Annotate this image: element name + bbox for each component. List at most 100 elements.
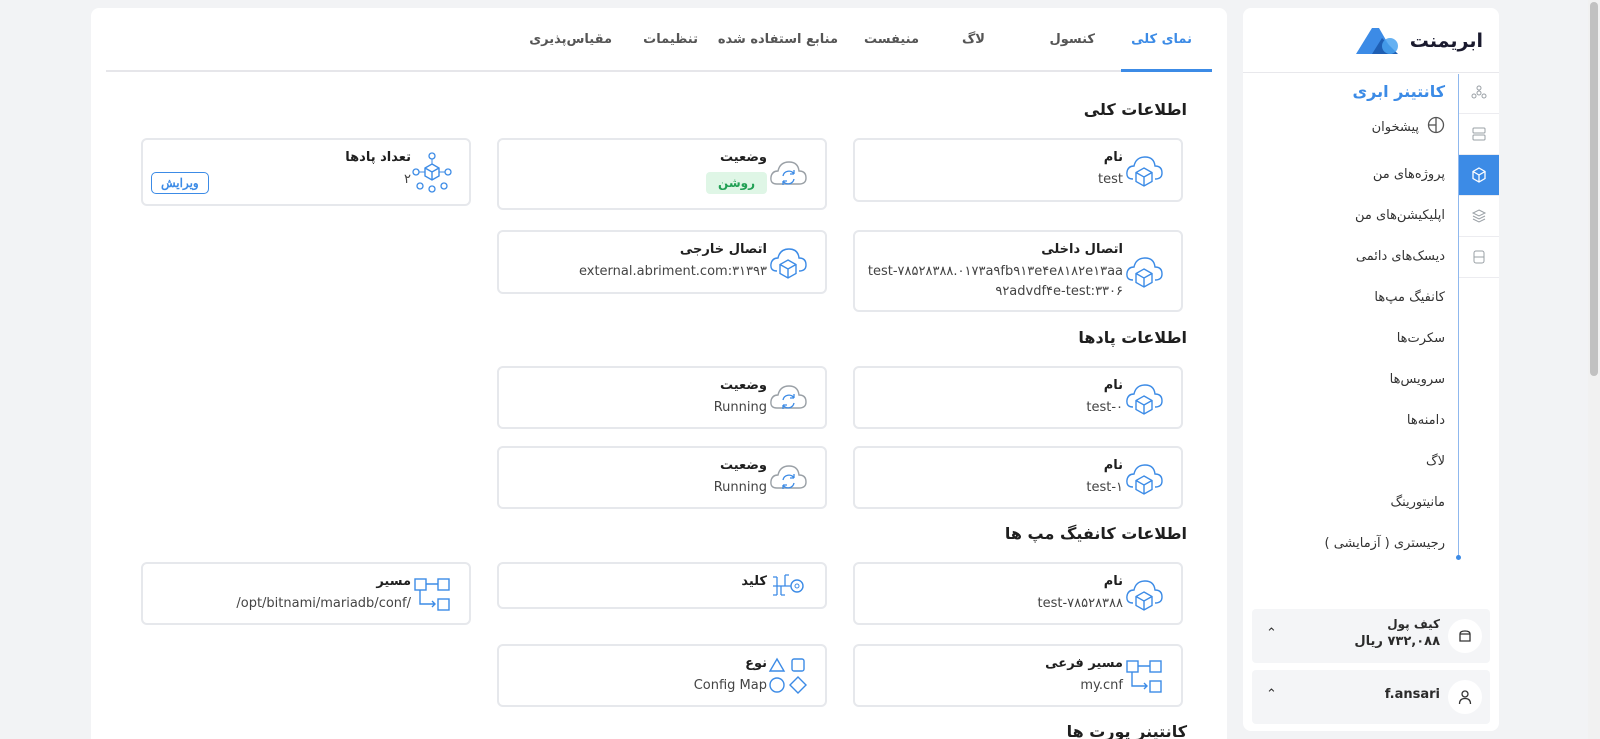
user-panel[interactable]: f.ansari ⌃ — [1252, 670, 1490, 724]
pod-status-label: وضعیت — [719, 378, 767, 393]
wallet-label: کیف پول — [1387, 617, 1440, 631]
sidebar-section-title[interactable]: کانتینر ابری — [1352, 82, 1445, 101]
cloud-cube-icon — [1126, 156, 1163, 187]
sidebar-item-log[interactable]: لاگ — [1245, 441, 1445, 482]
cloud-sync-icon — [770, 161, 807, 185]
tab-manifest[interactable]: منیفست — [864, 32, 919, 65]
card-internal-label: اتصال داخلی — [1041, 242, 1123, 257]
pod-name-label: نام — [1103, 458, 1123, 473]
card-status-label: وضعیت — [719, 150, 767, 165]
tab-bar: نمای کلی کنسول لاگ منیفست منابع استفاده … — [106, 8, 1212, 72]
card-pods-count-label: تعداد پادها — [345, 150, 411, 165]
tab-log[interactable]: لاگ — [962, 32, 985, 65]
cloud-cube-icon — [1126, 383, 1163, 415]
sidebar-item-domains[interactable]: دامنه‌ها — [1245, 400, 1445, 441]
configmap-name-label: نام — [1103, 574, 1123, 589]
sidebar-item-services[interactable]: سرویس‌ها — [1245, 359, 1445, 400]
tab-resources[interactable]: منابع استفاده شده — [718, 32, 838, 65]
pod-name-value: test-۱ — [1086, 480, 1123, 495]
user-name: f.ansari — [1384, 687, 1440, 702]
dashboard-label: پیشخوان — [1371, 119, 1419, 135]
sidebar-nav: پروژه‌های من اپلیکیشن‌های من دیسک‌های دا… — [1245, 154, 1445, 564]
layers-icon — [1471, 209, 1487, 223]
rail-layers[interactable] — [1459, 196, 1499, 237]
card-status: وضعیت روشن — [497, 138, 827, 210]
configmap-key-label: کلید — [741, 574, 767, 589]
section-title-general: اطلاعات کلی — [1083, 100, 1187, 119]
section-title-configmaps: اطلاعات کانفیگ مپ ها — [1004, 524, 1187, 543]
user-icon — [1448, 680, 1482, 714]
wallet-panel[interactable]: کیف پول ۷۳۲,۰۸۸ ریال ⌃ — [1252, 609, 1490, 663]
card-external-connection: اتصال خارجی external.abriment.com:۳۱۳۹۳ — [497, 230, 827, 294]
card-pod-0-name: نام test-۰ — [853, 366, 1183, 429]
tab-console[interactable]: کنسول — [1049, 32, 1095, 65]
section-title-pods: اطلاعات پادها — [1078, 328, 1187, 347]
sidebar-item-registry[interactable]: رجیستری ( آزمایشی ) — [1245, 523, 1445, 564]
sidebar-tree-dot — [1456, 555, 1461, 560]
sidebar-item-disks[interactable]: دیسک‌های دائمی — [1245, 236, 1445, 277]
card-internal-value: test-۷۸۵۲۸۳۸۸.۰۱۷۳a۹fb۹۱۳e۴e۸۱۸۲e۱۳aa ۹۲… — [867, 264, 1123, 299]
card-configmap-name: نام test-۷۸۵۲۸۳۸۸ — [853, 562, 1183, 625]
cloud-cube-icon — [1126, 579, 1163, 611]
cloud-sync-icon — [770, 384, 807, 409]
card-configmap-subpath: مسیر فرعی my.cnf — [853, 644, 1183, 707]
sidebar-item-projects[interactable]: پروژه‌های من — [1245, 154, 1445, 195]
wallet-balance: ۷۳۲,۰۸۸ ریال — [1354, 634, 1440, 649]
path-flow-icon — [1126, 659, 1162, 693]
sidebar-tree-line — [1458, 74, 1459, 556]
cloud-nodes-icon — [1471, 85, 1487, 99]
wallet-icon — [1448, 619, 1482, 653]
card-configmap-path: مسیر /opt/bitnami/mariadb/conf/ — [141, 562, 471, 625]
card-pod-1-status: وضعیت Running — [497, 446, 827, 509]
tab-active-indicator — [1121, 69, 1212, 72]
pod-status-value: Running — [713, 400, 767, 415]
sidebar-item-configmaps[interactable]: کانفیگ مپ‌ها — [1245, 277, 1445, 318]
chevron-up-icon[interactable]: ⌃ — [1266, 687, 1277, 702]
sidebar-item-monitoring[interactable]: مانیتورینگ — [1245, 482, 1445, 523]
tab-settings[interactable]: تنظیمات — [643, 32, 698, 65]
cube-network-icon — [412, 152, 452, 193]
dashboard-icon — [1427, 116, 1445, 138]
rail-cube[interactable] — [1459, 155, 1499, 196]
tab-scaling[interactable]: مقیاس‌پذیری — [529, 32, 612, 65]
server-icon — [1472, 127, 1486, 141]
card-internal-connection: اتصال داخلی test-۷۸۵۲۸۳۸۸.۰۱۷۳a۹fb۹۱۳e۴e… — [853, 230, 1183, 312]
pod-name-label: نام — [1103, 378, 1123, 393]
tab-overview[interactable]: نمای کلی — [1131, 32, 1192, 65]
card-pods-count-value: ۲ — [404, 172, 411, 187]
shapes-icon — [768, 657, 807, 694]
scrollbar-thumb[interactable] — [1590, 2, 1598, 376]
configmap-subpath-label: مسیر فرعی — [1045, 656, 1123, 671]
path-flow-icon — [414, 577, 450, 611]
key-circuit-icon — [773, 574, 804, 596]
cloud-cube-icon — [1126, 257, 1163, 288]
status-badge: روشن — [706, 172, 767, 194]
rail-cloud-nodes[interactable] — [1459, 73, 1499, 114]
pod-name-value: test-۰ — [1086, 400, 1123, 415]
chevron-up-icon[interactable]: ⌃ — [1266, 626, 1277, 641]
rail-server[interactable] — [1459, 114, 1499, 155]
card-pod-1-name: نام test-۱ — [853, 446, 1183, 509]
main-panel: نمای کلی کنسول لاگ منیفست منابع استفاده … — [91, 8, 1227, 739]
cloud-cube-icon — [1126, 463, 1163, 495]
cloud-sync-icon — [770, 464, 807, 489]
card-configmap-type: نوع Config Map — [497, 644, 827, 707]
configmap-path-label: مسیر — [376, 574, 411, 589]
brand-name: ابریمنت — [1409, 30, 1483, 52]
sidebar-item-secrets[interactable]: سکرت‌ها — [1245, 318, 1445, 359]
card-name-label: نام — [1103, 150, 1123, 165]
page-scrollbar[interactable] — [1588, 0, 1600, 739]
brand-logo[interactable]: ابریمنت — [1352, 22, 1483, 60]
sidebar-item-dashboard[interactable]: پیشخوان — [1372, 116, 1445, 138]
card-pods-count: تعداد پادها ۲ ویرایش — [141, 138, 471, 206]
configmap-name-value: test-۷۸۵۲۸۳۸۸ — [1037, 596, 1123, 611]
sidebar: ابریمنت کانتینر ابری — [1243, 8, 1499, 731]
configmap-type-label: نوع — [745, 656, 767, 671]
edit-pods-button[interactable]: ویرایش — [151, 172, 209, 194]
rail-database[interactable] — [1459, 237, 1499, 278]
configmap-subpath-value: my.cnf — [1080, 678, 1123, 693]
sidebar-item-applications[interactable]: اپلیکیشن‌های من — [1245, 195, 1445, 236]
pod-status-value: Running — [713, 480, 767, 495]
card-external-value[interactable]: external.abriment.com:۳۱۳۹۳ — [579, 264, 767, 279]
card-configmap-key: کلید — [497, 562, 827, 609]
